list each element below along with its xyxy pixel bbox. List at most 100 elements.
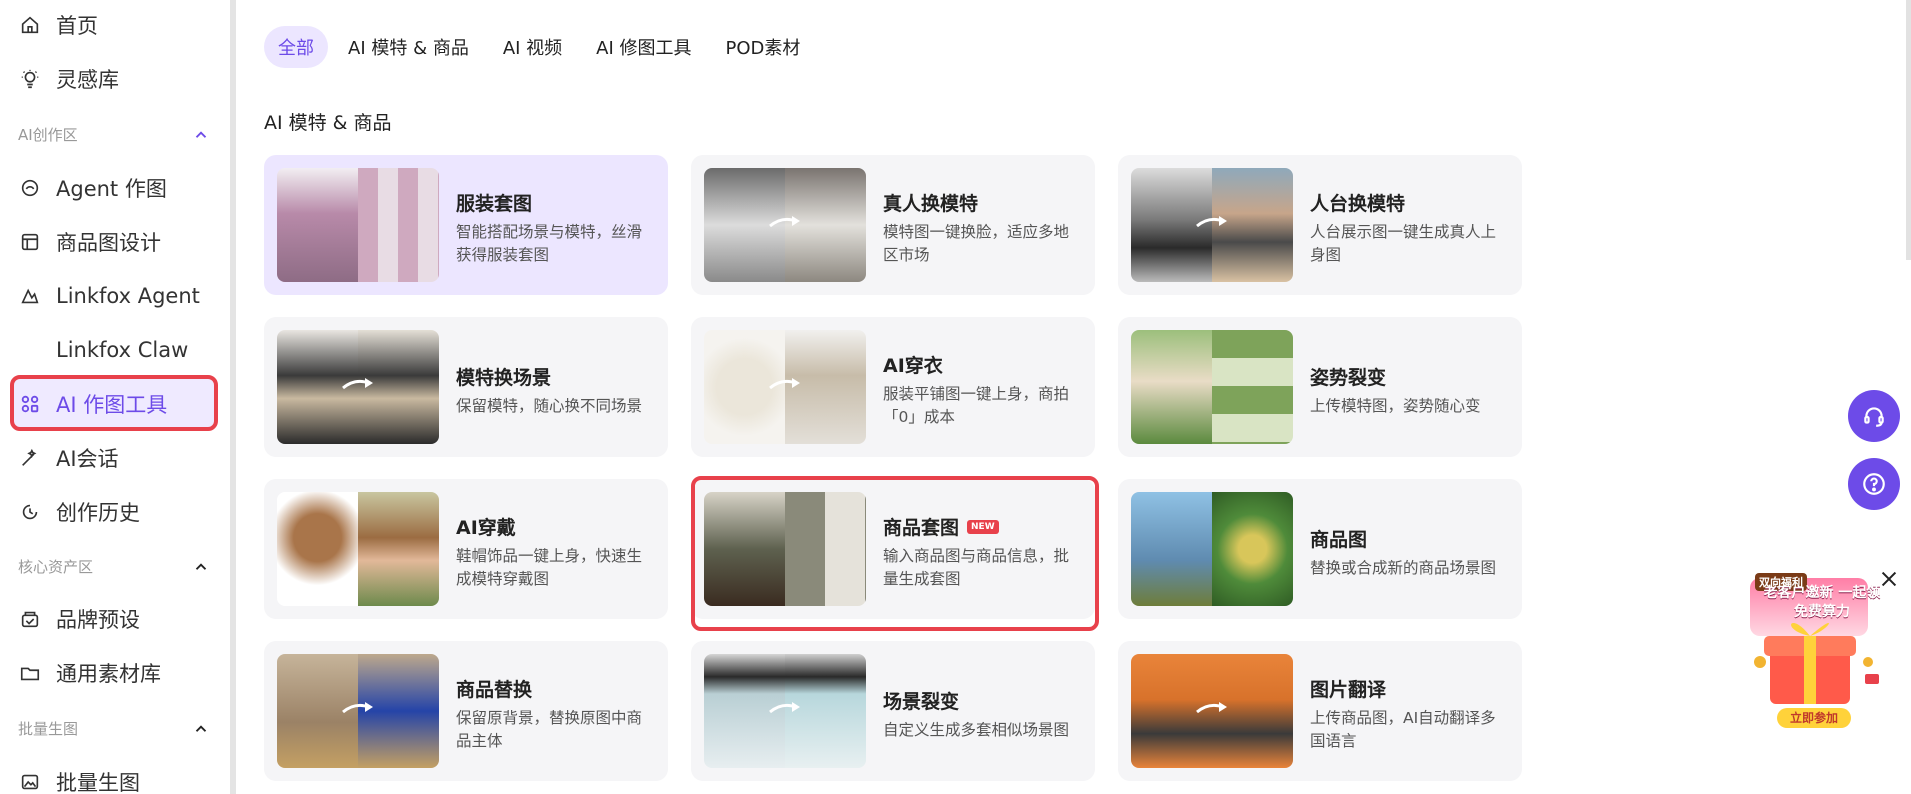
- chevron-up-icon: [195, 130, 207, 138]
- sidebar-item-label: AI 作图工具: [56, 393, 168, 417]
- card-desc: 替换或合成新的商品场景图: [1310, 559, 1497, 577]
- sidebar-section-ai-create[interactable]: AI创作区: [18, 124, 210, 145]
- app-root: 首页 灵感库 AI创作区 Agent 作图 商品图设计 Linkfox Agen…: [0, 0, 1911, 794]
- folder-icon: [18, 661, 42, 685]
- sidebar-item-ai-tools[interactable]: AI 作图工具: [18, 382, 167, 426]
- chevron-up-icon: [195, 562, 207, 570]
- arrow-icon: [342, 378, 373, 390]
- sidebar-item-agent-draw[interactable]: Agent 作图: [18, 166, 167, 210]
- tab-ai-model-product[interactable]: AI 模特 & 商品: [334, 26, 483, 68]
- card-desc: 保留模特，随心换不同场景: [456, 397, 643, 415]
- headset-icon: [1864, 407, 1884, 427]
- sidebar-section-batch[interactable]: 批量生图: [18, 718, 210, 739]
- promo-headline: 老客户邀新 一起领免费算力: [1763, 585, 1881, 620]
- bulb-icon: [18, 67, 42, 91]
- sidebar-item-label: AI会话: [56, 447, 119, 471]
- tab-pod[interactable]: POD素材: [712, 26, 815, 68]
- tool-card-image-translate[interactable]: 图片翻译 上传商品图，AI自动翻译多国语言: [1118, 641, 1522, 781]
- main-scrollbar[interactable]: [1906, 0, 1911, 260]
- section-title: AI 模特 & 商品: [264, 112, 392, 134]
- sidebar-item-linkfox-claw[interactable]: Linkfox Claw: [18, 328, 188, 372]
- image-icon: [18, 770, 42, 794]
- card-title: 图片翻译: [1310, 679, 1387, 701]
- history-icon: [18, 500, 42, 524]
- tab-all[interactable]: 全部: [264, 26, 328, 68]
- arrow-icon: [342, 702, 373, 714]
- brand-icon: [18, 607, 42, 631]
- card-thumbnail: [277, 168, 439, 282]
- card-thumbnail: [704, 654, 866, 768]
- sidebar-item-label: Linkfox Agent: [56, 284, 200, 308]
- card-title: 商品替换: [456, 679, 533, 701]
- help-button[interactable]: [1848, 458, 1900, 510]
- card-desc: 智能搭配场景与模特，丝滑获得服装套图: [456, 223, 643, 264]
- sidebar-item-label: Agent 作图: [56, 177, 167, 201]
- card-thumbnail: [1131, 330, 1293, 444]
- sidebar-item-label: 商品图设计: [56, 231, 161, 255]
- category-tabs: 全部 AI 模特 & 商品 AI 视频 AI 修图工具 POD素材: [264, 26, 814, 68]
- card-title: 姿势裂变: [1310, 367, 1387, 389]
- arrow-icon: [1196, 702, 1227, 714]
- sidebar-item-batch-image[interactable]: 批量生图: [18, 760, 140, 794]
- sidebar-item-brand-preset[interactable]: 品牌预设: [18, 597, 140, 641]
- card-title: 场景裂变: [883, 691, 960, 713]
- sidebar-item-label: 批量生图: [56, 771, 140, 794]
- home-icon: [18, 13, 42, 37]
- tool-card-product-image[interactable]: 商品图 替换或合成新的商品场景图: [1118, 479, 1522, 619]
- customer-service-button[interactable]: [1848, 390, 1900, 442]
- sidebar-item-label: 首页: [56, 14, 98, 38]
- card-title: 模特换场景: [456, 367, 552, 389]
- tool-card-real-model-swap[interactable]: 真人换模特 模特图一键换脸，适应多地区市场: [691, 155, 1095, 295]
- card-title: AI穿戴: [456, 517, 516, 539]
- card-desc: 服装平铺图一键上身，商拍「0」成本: [883, 385, 1070, 426]
- tab-ai-retouch[interactable]: AI 修图工具: [582, 26, 705, 68]
- help-icon: [1863, 473, 1885, 495]
- card-title: 人台换模特: [1310, 193, 1406, 215]
- tab-ai-video[interactable]: AI 视频: [489, 26, 576, 68]
- chevron-up-icon: [195, 724, 207, 732]
- main-content: 全部 AI 模特 & 商品 AI 视频 AI 修图工具 POD素材 AI 模特 …: [264, 0, 1544, 794]
- arrow-icon: [769, 216, 800, 228]
- sidebar-section-core-assets[interactable]: 核心资产区: [18, 556, 210, 577]
- sidebar-item-linkfox-agent[interactable]: Linkfox Agent: [18, 274, 200, 318]
- linkfox-agent-icon: [18, 284, 42, 308]
- arrow-icon: [769, 378, 800, 390]
- section-label: 批量生图: [18, 720, 79, 738]
- tool-card-pose-variation[interactable]: 姿势裂变 上传模特图，姿势随心变: [1118, 317, 1522, 457]
- card-thumbnail: [1131, 168, 1293, 282]
- sidebar: 首页 灵感库 AI创作区 Agent 作图 商品图设计 Linkfox Agen…: [0, 0, 232, 794]
- card-desc: 自定义生成多套相似场景图: [883, 721, 1070, 739]
- tool-card-ai-dressing[interactable]: AI穿衣 服装平铺图一键上身，商拍「0」成本: [691, 317, 1095, 457]
- card-desc: 人台展示图一键生成真人上身图: [1310, 223, 1497, 264]
- tool-card-ai-accessory[interactable]: AI穿戴 鞋帽饰品一键上身，快速生成模特穿戴图: [264, 479, 668, 619]
- sidebar-item-home[interactable]: 首页: [18, 3, 98, 47]
- card-thumbnail: [704, 330, 866, 444]
- card-thumbnail: [1131, 492, 1293, 606]
- tool-card-apparel-set[interactable]: 服装套图 智能搭配场景与模特，丝滑获得服装套图: [264, 155, 668, 295]
- close-icon[interactable]: [1878, 568, 1900, 590]
- layout-icon: [18, 230, 42, 254]
- sidebar-item-label: 品牌预设: [56, 608, 140, 632]
- magic-wand-icon: [18, 446, 42, 470]
- sidebar-item-product-design[interactable]: 商品图设计: [18, 220, 161, 264]
- card-desc: 上传商品图，AI自动翻译多国语言: [1310, 709, 1496, 750]
- tool-card-scene-variation[interactable]: 场景裂变 自定义生成多套相似场景图: [691, 641, 1095, 781]
- sidebar-item-ai-chat[interactable]: AI会话: [18, 436, 119, 480]
- tool-card-product-replace[interactable]: 商品替换 保留原背景，替换原图中商品主体: [264, 641, 668, 781]
- sidebar-item-inspiration[interactable]: 灵感库: [18, 57, 119, 101]
- sidebar-item-label: 通用素材库: [56, 662, 161, 686]
- arrow-icon: [769, 702, 800, 714]
- section-label: AI创作区: [18, 126, 78, 144]
- promo-join-button[interactable]: 立即参加: [1777, 708, 1851, 728]
- tool-card-mannequin-to-model[interactable]: 人台换模特 人台展示图一键生成真人上身图: [1118, 155, 1522, 295]
- card-thumbnail: [1131, 654, 1293, 768]
- grid-icon: [18, 392, 42, 416]
- sidebar-item-label: 灵感库: [56, 68, 119, 92]
- sidebar-item-material-library[interactable]: 通用素材库: [18, 651, 161, 695]
- sidebar-item-history[interactable]: 创作历史: [18, 490, 140, 534]
- card-thumbnail: [704, 168, 866, 282]
- sidebar-scrollbar[interactable]: [230, 0, 236, 794]
- card-desc: 保留原背景，替换原图中商品主体: [456, 709, 643, 750]
- card-desc: 上传模特图，姿势随心变: [1310, 397, 1481, 415]
- tool-card-model-scene-swap[interactable]: 模特换场景 保留模特，随心换不同场景: [264, 317, 668, 457]
